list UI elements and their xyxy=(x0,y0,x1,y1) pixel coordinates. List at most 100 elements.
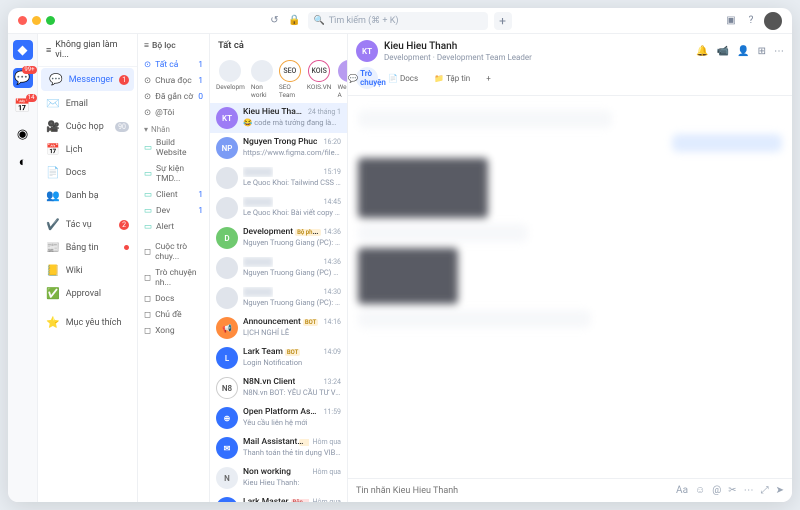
chat-tab[interactable]: 📁Tập tin xyxy=(428,67,476,89)
chat-name: AnnouncementBOT xyxy=(243,317,318,327)
send-icon[interactable]: ➤ xyxy=(776,485,784,496)
preview: N8N.vn BOT: YÊU CẦU TƯ VẤN xyxy=(243,388,341,397)
history-icon[interactable]: ↺ xyxy=(268,14,282,28)
filter-item[interactable]: ◻Chủ đề xyxy=(138,307,209,323)
emoji-icon[interactable]: ☺ xyxy=(695,485,705,496)
maximize-window[interactable] xyxy=(46,16,55,25)
quick-contact[interactable]: Developm xyxy=(216,60,245,99)
rail-lark[interactable]: ◆ xyxy=(13,40,33,60)
sidebar-label: Docs xyxy=(66,168,86,178)
sidebar-icon: 👥 xyxy=(46,189,60,202)
folder-item[interactable]: ▭Sự kiện TMD... xyxy=(138,161,209,187)
sidebar-item[interactable]: 📅Lịch xyxy=(38,138,137,161)
sidebar-item[interactable]: 👥Danh bạ xyxy=(38,184,137,207)
notify-icon[interactable]: 🔔 xyxy=(696,46,708,57)
video-call-icon[interactable]: 📹 xyxy=(717,46,729,57)
sidebar-item[interactable]: ⭐Mục yêu thích xyxy=(38,311,137,334)
rail-messenger[interactable]: 💬99+ xyxy=(13,68,33,88)
workspace-label: Không gian làm vi... xyxy=(55,40,129,60)
sidebar: ≡ Không gian làm vi... 💬Messenger1✉️Emai… xyxy=(38,34,138,502)
more-tools-icon[interactable]: ⋯ xyxy=(744,485,754,496)
timestamp: Hôm qua xyxy=(312,468,341,476)
chat-row[interactable]: ⊕Open Platform AssistantBOT11:59Yêu cầu … xyxy=(210,403,347,433)
chat-row[interactable]: KTKieu Hieu Thanh24 tháng 1😂 code mà tưở… xyxy=(210,103,347,133)
chat-row[interactable]: nameee15:19Le Quoc Khoi: Tailwind CSS To… xyxy=(210,163,347,193)
new-button[interactable]: + xyxy=(494,12,512,30)
rail-app1[interactable]: ◉ xyxy=(13,124,33,144)
filter-item[interactable]: ◻Docs xyxy=(138,291,209,307)
rail-app2[interactable]: ◐ xyxy=(13,152,33,172)
quick-contact[interactable]: Website A xyxy=(337,60,347,99)
filter-item[interactable]: ⊙Đã gắn cờ0 xyxy=(138,89,209,105)
chat-row[interactable]: DDevelopmentBộ phận14:36Nguyen Truong Gi… xyxy=(210,223,347,253)
add-member-icon[interactable]: 👤 xyxy=(737,46,749,57)
preview: Kieu Hieu Thanh: xyxy=(243,478,341,487)
sidebar-item[interactable]: ✉️Email xyxy=(38,92,137,115)
chat-title[interactable]: Kieu Hieu Thanh xyxy=(384,41,532,52)
chat-row[interactable]: NNon workingHôm quaKieu Hieu Thanh: xyxy=(210,463,347,493)
expand-icon[interactable]: ⤢ xyxy=(761,485,769,496)
sidebar-item[interactable]: 💬Messenger1 xyxy=(41,68,134,91)
font-icon[interactable]: Aа xyxy=(676,485,688,496)
sidebar-item[interactable]: 📄Docs xyxy=(38,161,137,184)
profile-avatar[interactable] xyxy=(764,12,782,30)
chat-view: KT Kieu Hieu Thanh Development · Develop… xyxy=(348,34,792,502)
chat-row[interactable]: ✉Mail AssistantBOTHôm quaThanh toán thẻ … xyxy=(210,433,347,463)
chat-row[interactable]: nameee14:45Le Quoc Khoi: Bài viết copy b… xyxy=(210,193,347,223)
chat-row[interactable]: N8N8N.vn Client13:24N8N.vn BOT: YÊU CẦU … xyxy=(210,373,347,403)
quick-contact[interactable]: Non worki xyxy=(251,60,273,99)
rail-calendar[interactable]: 📅14 xyxy=(13,96,33,116)
quick-contact[interactable]: SEOSEO Team xyxy=(279,60,301,99)
filter-item[interactable]: ◻Trò chuyện nh... xyxy=(138,265,209,291)
chat-subtitle: Development · Development Team Leader xyxy=(384,53,532,62)
filter-item[interactable]: ⊙@Tôi xyxy=(138,105,209,121)
scissors-icon[interactable]: ✂ xyxy=(728,485,736,496)
sidebar-item[interactable]: 📰Bảng tin xyxy=(38,236,137,259)
chatlist-tab[interactable]: Tất cả xyxy=(210,34,347,56)
sidebar-item[interactable]: 📒Wiki xyxy=(38,259,137,282)
sidebar-item[interactable]: 🎥Cuộc họp90 xyxy=(38,115,137,138)
settings-icon[interactable]: ⊞ xyxy=(758,46,766,57)
sidebar-label: Mục yêu thích xyxy=(66,318,122,328)
filter-item[interactable]: ⊙Tất cả1 xyxy=(138,57,209,73)
workspace-selector[interactable]: ≡ Không gian làm vi... xyxy=(38,34,137,67)
filter-item[interactable]: ◻Xong xyxy=(138,323,209,339)
folder-item[interactable]: ▭Alert xyxy=(138,219,209,235)
help-icon[interactable]: ? xyxy=(744,14,758,28)
chat-row[interactable]: LLark TeamBOT14:09Login Notification xyxy=(210,343,347,373)
chat-row[interactable]: LLark MasterBên ngoàiHôm quaTuấn Huỳnh: … xyxy=(210,493,347,502)
more-icon[interactable]: ⋯ xyxy=(774,46,784,57)
chat-row[interactable]: NPNguyen Trong Phuc16:20https://www.figm… xyxy=(210,133,347,163)
filter-item[interactable]: ⊙Chưa đọc1 xyxy=(138,73,209,89)
chat-avatar[interactable]: KT xyxy=(356,40,378,62)
sidebar-item[interactable]: ✔️Tác vụ2 xyxy=(38,213,137,236)
folder-item[interactable]: ▭Client1 xyxy=(138,187,209,203)
quick-contact[interactable]: KOISKOIS.VN xyxy=(307,60,332,99)
minimize-window[interactable] xyxy=(32,16,41,25)
chat-row[interactable]: 📢AnnouncementBOT14:16LỊCH NGHỈ LỄ xyxy=(210,313,347,343)
item-icon: ◻ xyxy=(144,273,151,283)
mention-icon[interactable]: @ xyxy=(712,485,721,496)
global-search[interactable]: 🔍 Tìm kiếm (⌘ + K) xyxy=(308,12,488,30)
count-badge: 90 xyxy=(115,122,129,132)
screenshot-icon[interactable]: ▣ xyxy=(724,14,738,28)
chat-row[interactable]: nameee14:36Nguyen Truong Giang (PC) đã k… xyxy=(210,253,347,283)
folder-item[interactable]: ▭Dev1 xyxy=(138,203,209,219)
filter-item[interactable]: ◻Cuộc trò chuy... xyxy=(138,239,209,265)
timestamp: 14:36 xyxy=(324,228,341,236)
add-tab[interactable]: + xyxy=(480,67,497,89)
chat-tab[interactable]: 📄Docs xyxy=(382,67,424,89)
chat-actions: 🔔 📹 👤 ⊞ ⋯ xyxy=(696,46,784,57)
folder-item[interactable]: ▭Build Website xyxy=(138,135,209,161)
messages-area[interactable] xyxy=(348,96,792,478)
preview: Nguyen Truong Giang (PC) đã kẹp n... xyxy=(243,268,341,277)
filter-section[interactable]: ▾ Nhân xyxy=(138,121,209,135)
avatar: ✉ xyxy=(216,437,238,459)
app-rail: ◆ 💬99+ 📅14 ◉ ◐ xyxy=(8,34,38,502)
close-window[interactable] xyxy=(18,16,27,25)
sidebar-item[interactable]: ✅Approval xyxy=(38,282,137,305)
message-input[interactable] xyxy=(356,486,670,496)
chat-row[interactable]: nameee14:30Nguyen Truong Giang (PC): Dạ xyxy=(210,283,347,313)
item-icon: ◻ xyxy=(144,247,151,257)
chat-tab[interactable]: 💬Trò chuyện xyxy=(356,67,378,89)
